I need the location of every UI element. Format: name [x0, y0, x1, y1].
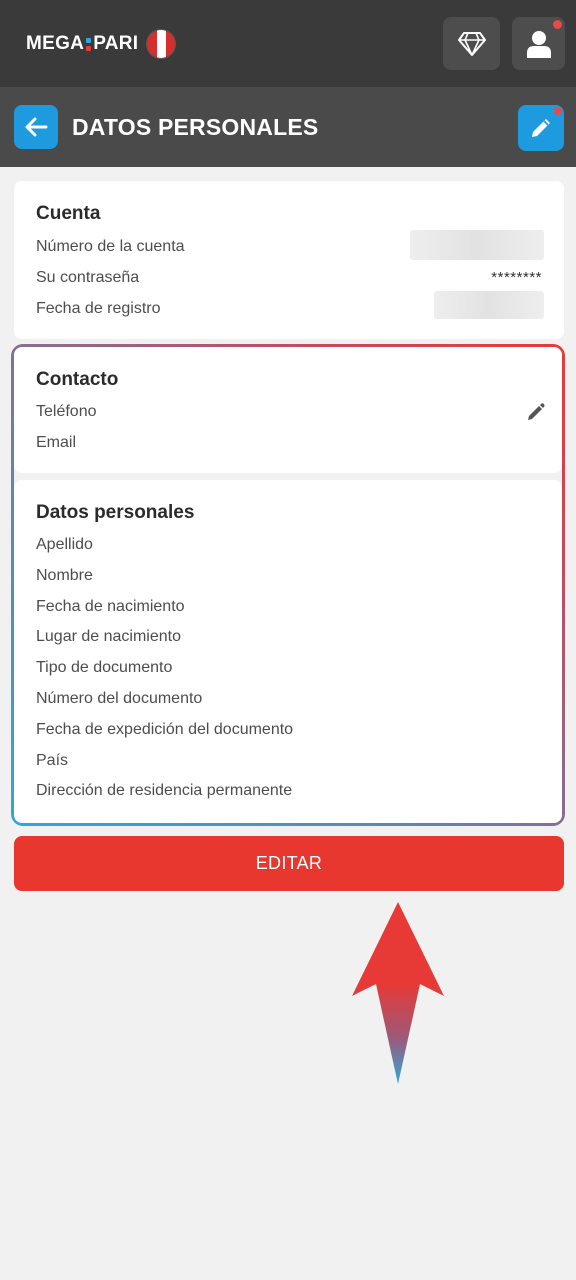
megapari-logo[interactable]: MEGA PARI: [26, 28, 177, 60]
phone-label: Teléfono: [36, 403, 97, 420]
surname-label: Apellido: [36, 536, 93, 553]
permanent-address-label: Dirección de residencia permanente: [36, 782, 293, 799]
first-name-label: Nombre: [36, 567, 93, 584]
password-label: Su contraseña: [36, 269, 140, 286]
contact-card: Contacto Teléfono Email: [14, 347, 562, 473]
edit-profile-button[interactable]: EDITAR: [14, 836, 564, 891]
vip-diamond-button[interactable]: [443, 17, 500, 70]
account-number-value-redacted: [410, 230, 544, 260]
pencil-icon: [532, 119, 550, 137]
document-issue-date-label: Fecha de expedición del documento: [36, 721, 294, 738]
account-number-label: Número de la cuenta: [36, 238, 185, 255]
registration-date-label: Fecha de registro: [36, 300, 161, 317]
pointer-arrow-icon: [352, 902, 444, 1084]
highlight-frame-inner: Contacto Teléfono Email Datos personales…: [14, 347, 562, 823]
account-card: Cuenta Número de la cuenta Su contraseña…: [14, 181, 564, 339]
notification-dot: [553, 20, 562, 29]
personal-data-card-title: Datos personales: [36, 502, 195, 523]
account-card-title: Cuenta: [36, 203, 101, 224]
birth-date-label: Fecha de nacimiento: [36, 598, 185, 615]
document-type-label: Tipo de documento: [36, 659, 173, 676]
user-icon: [526, 30, 551, 58]
top-bar: MEGA PARI: [0, 0, 576, 87]
back-button[interactable]: [14, 105, 58, 149]
page-title: DATOS PERSONALES: [72, 114, 319, 140]
logo-text-left: MEGA: [26, 33, 85, 54]
document-number-label: Número del documento: [36, 690, 203, 707]
highlight-frame: Contacto Teléfono Email Datos personales…: [11, 344, 565, 826]
arrow-left-icon: [25, 117, 48, 137]
contact-card-title: Contacto: [36, 369, 119, 390]
personal-data-card: Datos personales Apellido Nombre Fecha d…: [14, 480, 562, 823]
password-value: ********: [491, 269, 542, 286]
notification-dot: [554, 107, 562, 115]
logo-text-right: PARI: [93, 33, 139, 54]
registration-date-value-redacted: [434, 291, 544, 319]
logo-colon: [86, 37, 92, 51]
email-label: Email: [36, 434, 77, 451]
birth-place-label: Lugar de nacimiento: [36, 628, 181, 645]
page-header: DATOS PERSONALES: [0, 87, 576, 167]
profile-button[interactable]: [512, 17, 565, 70]
edit-phone-icon[interactable]: [526, 402, 546, 422]
peru-flag-icon: [146, 29, 177, 59]
country-label: País: [36, 752, 69, 769]
diamond-icon: [457, 31, 486, 56]
header-edit-button[interactable]: [518, 105, 564, 151]
